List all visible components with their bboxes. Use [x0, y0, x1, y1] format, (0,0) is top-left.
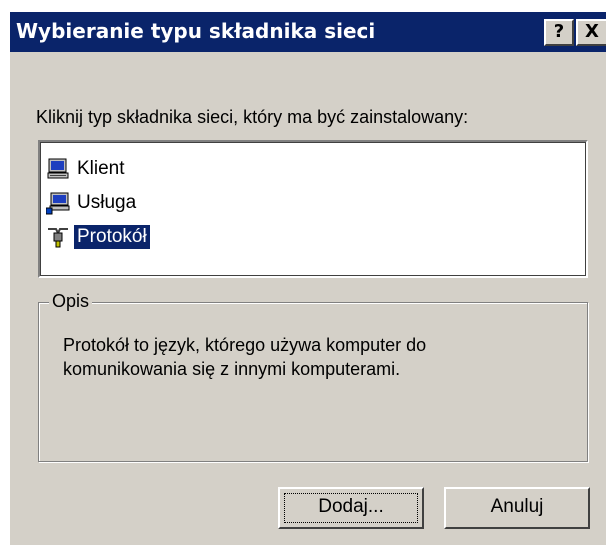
description-line: Protokół to język, którego używa kompute… [63, 335, 427, 355]
computer-icon [47, 158, 69, 179]
component-type-list[interactable]: Klient Usługa Protokół [38, 140, 588, 278]
description-group: Opis Protokół to język, którego używa ko… [38, 291, 588, 462]
cancel-button-label: Anuluj [490, 496, 544, 517]
list-item-protokol[interactable]: Protokół [46, 222, 150, 252]
group-legend: Opis [49, 291, 93, 312]
window-title: Wybieranie typu składnika sieci [16, 19, 376, 43]
description-line: komunikowania się z innymi komputerami. [63, 359, 401, 379]
add-button[interactable]: Dodaj... [278, 487, 424, 529]
dialog-window: Wybieranie typu składnika sieci ? X Klik… [8, 10, 606, 545]
list-item-label: Usługa [77, 192, 137, 213]
list-item-label: Klient [77, 158, 125, 179]
service-icon [46, 192, 70, 215]
close-button[interactable]: X [576, 19, 606, 46]
description-text: Protokół to język, którego używa kompute… [63, 333, 563, 381]
list-item-usluga[interactable]: Usługa [46, 188, 139, 218]
focus-rect [284, 493, 418, 523]
list-item-klient[interactable]: Klient [46, 154, 128, 184]
cancel-button[interactable]: Anuluj [444, 487, 590, 529]
protocol-cable-icon [48, 228, 68, 248]
help-button[interactable]: ? [544, 19, 574, 46]
title-bar[interactable]: Wybieranie typu składnika sieci ? X [10, 12, 606, 52]
instruction-label: Kliknij typ składnika sieci, który ma by… [36, 107, 469, 127]
list-item-label: Protokół [74, 225, 150, 249]
